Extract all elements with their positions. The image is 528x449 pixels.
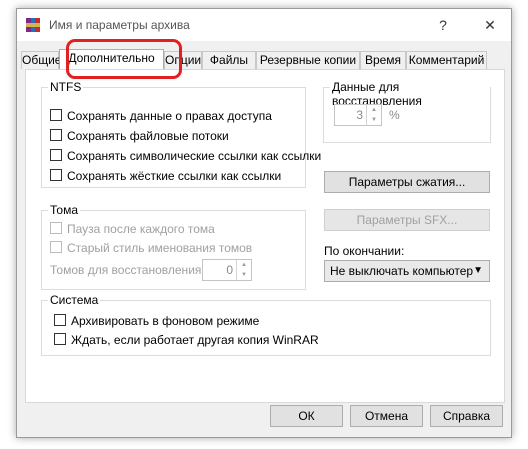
on-completion-selected: Не выключать компьютер [330,264,474,278]
checkbox[interactable] [54,333,66,345]
checkbox[interactable] [50,149,62,161]
chevron-down-icon: ▼ [473,265,483,276]
checkbox[interactable] [50,129,62,141]
checkbox[interactable] [50,169,62,181]
spin-arrows-icon[interactable]: ▲ ▼ [366,105,381,125]
ok-button[interactable]: ОК [270,405,343,427]
volumes-group: Тома Пауза после каждого тома Старый сти… [41,203,306,290]
checkbox[interactable] [54,314,66,326]
title-bar: Имя и параметры архива ? ✕ [17,9,511,41]
help-title-button[interactable]: ? [428,15,458,35]
help-button[interactable]: Справка [430,405,503,427]
winrar-icon [25,17,41,33]
option-label: Сохранять символические ссылки как ссылк… [67,149,322,163]
ntfs-group-title: NTFS [48,80,84,94]
option-label: Ждать, если работает другая копия WinRAR [71,333,319,347]
percent-unit: % [389,108,400,122]
option-label: Сохранять данные о правах доступа [67,109,272,123]
recovery-volumes-label: Томов для восстановления: [50,263,205,277]
compression-params-button[interactable]: Параметры сжатия... [324,171,490,193]
tab-comment[interactable]: Комментарий [406,51,487,69]
recovery-percent-value: 3 [356,108,363,122]
recovery-volumes-value: 0 [226,263,233,277]
on-completion-select[interactable]: Не выключать компьютер ▼ [324,260,490,282]
sfx-params-button[interactable]: Параметры SFX... [324,209,490,231]
close-button[interactable]: ✕ [475,15,505,35]
option-label: Сохранять жёсткие ссылки как ссылки [67,169,282,183]
recovery-volumes-stepper[interactable]: 0 ▲ ▼ [202,259,252,281]
system-group-title: Система [48,293,101,307]
on-completion-label: По окончании: [324,244,405,258]
option-label: Пауза после каждого тома [67,222,215,236]
option-label: Старый стиль именования томов [67,241,253,255]
option-label: Архивировать в фоновом режиме [71,314,260,328]
window-title: Имя и параметры архива [49,18,190,32]
volumes-group-title: Тома [48,203,80,217]
cancel-button[interactable]: Отмена [350,405,423,427]
spin-arrows-icon[interactable]: ▲ ▼ [236,260,251,280]
archive-dialog: Имя и параметры архива ? ✕ Общие Дополни… [16,8,512,438]
checkbox[interactable] [50,241,62,253]
tab-panel-advanced: NTFS Сохранять данные о правах доступа С… [25,69,505,403]
tab-backup[interactable]: Резервные копии [256,51,360,69]
recovery-percent-stepper[interactable]: 3 ▲ ▼ [334,104,382,126]
option-label: Сохранять файловые потоки [67,129,229,143]
checkbox[interactable] [50,222,62,234]
active-tab-highlight [66,39,182,79]
ntfs-group: NTFS Сохранять данные о правах доступа С… [41,80,321,188]
recovery-group: Данные для восстановления 3 ▲ ▼ % [323,80,491,143]
checkbox[interactable] [50,109,62,121]
tab-files[interactable]: Файлы [202,51,256,69]
tab-time[interactable]: Время [360,51,406,69]
tab-general[interactable]: Общие [21,51,61,69]
system-group: Система Архивировать в фоновом режиме Жд… [41,293,491,356]
